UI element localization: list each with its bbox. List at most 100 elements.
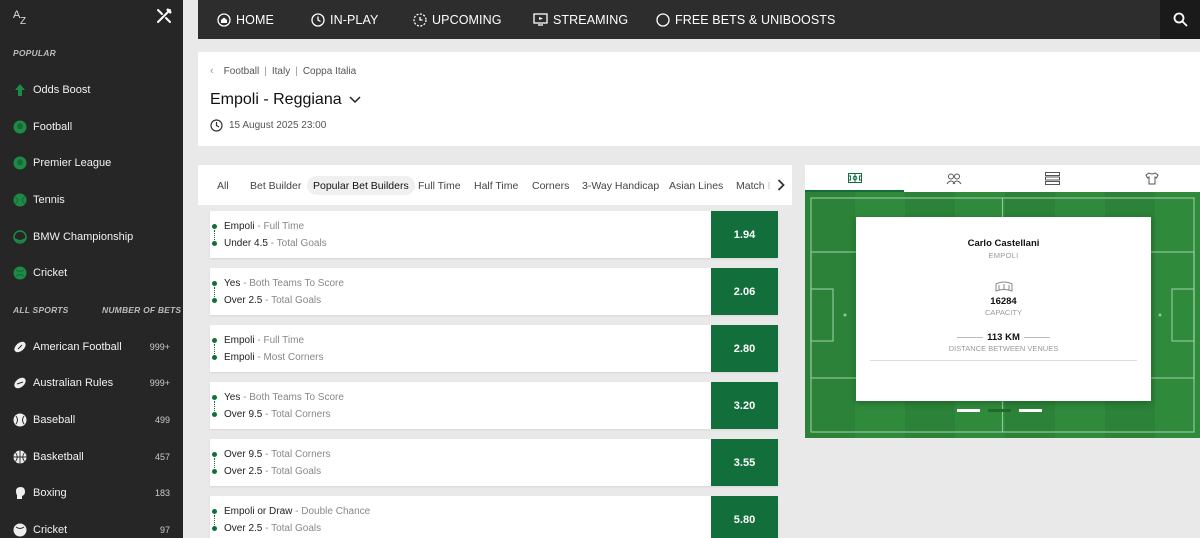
- tabs-scroll-right-button[interactable]: [770, 165, 792, 205]
- odds-button[interactable]: 1.94: [711, 211, 778, 258]
- capacity-label: CAPACITY: [985, 308, 1022, 317]
- sidebar-item-label: Football: [33, 121, 73, 133]
- breadcrumb: ‹ Football | Italy | Coppa Italia: [210, 65, 356, 77]
- bet-leg: Over 9.5 - Total Corners: [224, 449, 331, 460]
- tab-bet-builder[interactable]: Bet Builder: [244, 176, 307, 195]
- boxing-glove-icon: [16, 487, 25, 499]
- odds-button[interactable]: 5.80: [711, 496, 778, 538]
- bet-builder-row[interactable]: Yes - Both Teams To Score Over 2.5 - Tota…: [210, 268, 778, 315]
- sidebar: AZ POPULAR Odds Boost Football Premier L…: [0, 0, 183, 538]
- search-button[interactable]: [1160, 0, 1200, 39]
- sidebar-item-cricket[interactable]: Cricket 97: [0, 515, 183, 538]
- breadcrumb-country[interactable]: Italy: [272, 66, 290, 77]
- tab-full-time[interactable]: Full Time: [412, 176, 467, 195]
- leg-dot: [212, 412, 217, 417]
- leg-dot: [212, 452, 217, 457]
- nav-home-label: HOME: [236, 12, 274, 27]
- sidebar-item-american-football[interactable]: American Football 999+: [0, 332, 183, 362]
- leg-market: Total Corners: [271, 409, 331, 420]
- bet-count: 97: [159, 525, 170, 535]
- all-sports-heading: ALL SPORTS: [13, 305, 69, 315]
- sidebar-item-bmw-championship[interactable]: BMW Championship: [0, 222, 183, 252]
- distance-value: 113 KM: [987, 332, 1020, 343]
- tools-icon[interactable]: [155, 7, 173, 25]
- sidebar-item-basketball[interactable]: Basketball 457: [0, 442, 183, 472]
- leg-selection: Empoli or Draw: [224, 506, 293, 517]
- tab-lineups[interactable]: [904, 165, 1003, 192]
- sidebar-item-football[interactable]: Football: [0, 112, 183, 142]
- pager-dot[interactable]: [957, 409, 980, 412]
- event-title-dropdown[interactable]: Empoli - Reggiana: [210, 91, 361, 109]
- nav-free-bets[interactable]: FREE BETS & UNIBOOSTS: [656, 0, 835, 39]
- sidebar-item-label: Odds Boost: [33, 84, 91, 96]
- golf-icon: [13, 230, 27, 244]
- sidebar-top: AZ: [0, 0, 183, 38]
- leg-market: Both Teams To Score: [249, 392, 344, 403]
- sidebar-item-label: Tennis: [33, 194, 65, 206]
- leg-selection: Over 2.5: [224, 295, 263, 306]
- tab-asian-lines[interactable]: Asian Lines: [663, 176, 729, 195]
- venue-card: Carlo Castellani EMPOLI 16284 CAPACITY 1…: [856, 217, 1151, 401]
- upcoming-icon: [413, 12, 427, 27]
- football-icon: [13, 120, 27, 134]
- sidebar-item-label: Premier League: [33, 157, 112, 169]
- tab-half-time[interactable]: Half Time: [468, 176, 524, 195]
- leg-connector: [214, 230, 215, 240]
- capacity-value: 16284: [990, 296, 1017, 307]
- tab-corners[interactable]: Corners: [526, 176, 575, 195]
- leg-market: Full Time: [263, 335, 305, 346]
- tab-kits[interactable]: [1102, 165, 1200, 192]
- pager-dot[interactable]: [1019, 409, 1042, 412]
- odds-button[interactable]: 2.06: [711, 268, 778, 315]
- leg-dot: [212, 281, 217, 286]
- leg-connector: [214, 515, 215, 525]
- nav-streaming[interactable]: STREAMING: [533, 0, 628, 39]
- stats-tabs: [805, 165, 1200, 192]
- bet-builder-row[interactable]: Over 9.5 - Total Corners Over 2.5 - Total…: [210, 439, 778, 486]
- breadcrumb-sport[interactable]: Football: [224, 66, 260, 77]
- leg-connector: [214, 458, 215, 468]
- sidebar-item-premier-league[interactable]: Premier League: [0, 148, 183, 178]
- odds-button[interactable]: 3.20: [711, 382, 778, 429]
- back-chevron-icon[interactable]: ‹: [210, 65, 214, 77]
- home-icon: [217, 12, 231, 27]
- bet-builder-row[interactable]: Empoli - Full Time Empoli - Most Corners 2…: [210, 325, 778, 372]
- sidebar-item-tennis[interactable]: Tennis: [0, 185, 183, 215]
- leg-dot: [212, 526, 217, 531]
- leg-market: Double Chance: [301, 506, 371, 517]
- clock-icon: [210, 119, 223, 132]
- tab-popular-bet-builders[interactable]: Popular Bet Builders: [307, 176, 415, 195]
- tab-3-way-handicap[interactable]: 3-Way Handicap: [576, 176, 665, 195]
- leg-market: Total Goals: [276, 238, 327, 249]
- odds-button[interactable]: 3.55: [711, 439, 778, 486]
- leg-dot: [212, 338, 217, 343]
- bet-builder-row[interactable]: Empoli - Full Time Under 4.5 - Total Goal…: [210, 211, 778, 258]
- bet-count: 457: [154, 452, 170, 462]
- leg-dot: [212, 355, 217, 360]
- bet-builder-row[interactable]: Empoli or Draw - Double Chance Over 2.5 -…: [210, 496, 778, 538]
- bet-builder-row[interactable]: Yes - Both Teams To Score Over 9.5 - Tota…: [210, 382, 778, 429]
- tab-pitch[interactable]: [805, 165, 904, 192]
- tab-all[interactable]: All: [211, 176, 235, 195]
- sidebar-item-label: American Football: [33, 341, 122, 353]
- carousel-pager: [957, 409, 1042, 412]
- sidebar-item-boxing[interactable]: Boxing 183: [0, 478, 183, 508]
- leg-connector: [214, 344, 215, 354]
- nav-upcoming[interactable]: UPCOMING: [413, 0, 502, 39]
- leg-selection: Yes: [224, 392, 241, 403]
- sidebar-item-odds-boost[interactable]: Odds Boost: [0, 75, 183, 105]
- tab-standings[interactable]: [1003, 165, 1102, 192]
- pager-dot-active[interactable]: [988, 409, 1011, 412]
- clock-icon: [311, 12, 325, 27]
- search-icon: [1173, 12, 1188, 27]
- number-of-bets-heading: NUMBER OF BETS: [102, 305, 182, 315]
- breadcrumb-competition[interactable]: Coppa Italia: [303, 66, 356, 77]
- nav-in-play[interactable]: IN-PLAY: [311, 0, 378, 39]
- sidebar-item-cricket-popular[interactable]: Cricket: [0, 258, 183, 288]
- pitch-visual: Carlo Castellani EMPOLI 16284 CAPACITY 1…: [805, 192, 1200, 438]
- nav-home[interactable]: HOME: [217, 0, 274, 39]
- tennis-icon: [13, 193, 27, 207]
- sidebar-item-baseball[interactable]: Baseball 499: [0, 405, 183, 435]
- odds-button[interactable]: 2.80: [711, 325, 778, 372]
- sidebar-item-australian-rules[interactable]: Australian Rules 999+: [0, 368, 183, 398]
